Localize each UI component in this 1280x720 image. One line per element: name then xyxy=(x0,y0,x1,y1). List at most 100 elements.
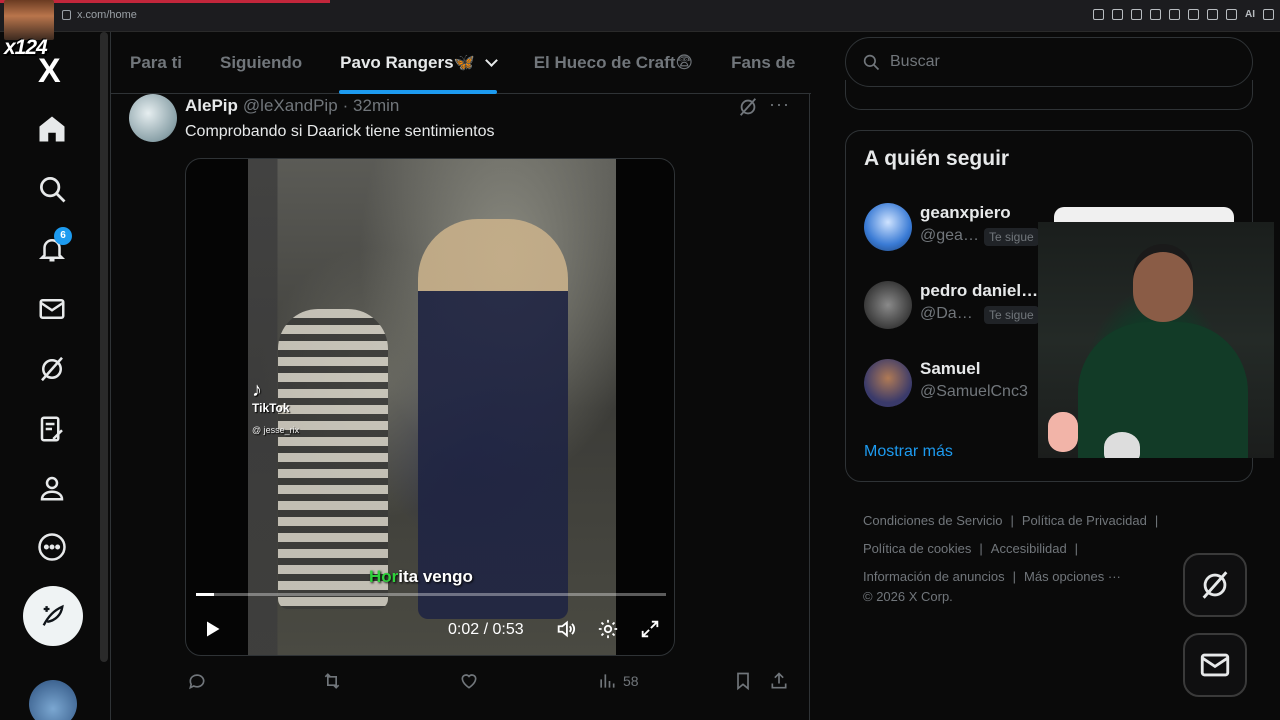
suggestion-name[interactable]: pedro daniel… xyxy=(920,281,1038,301)
who-to-follow-title: A quién seguir xyxy=(864,147,1010,170)
footer-separator: | xyxy=(1154,513,1159,528)
suggestion-avatar[interactable] xyxy=(864,359,912,407)
suggestion-avatar[interactable] xyxy=(864,203,912,251)
tab-label: Pavo Rangers🦋 xyxy=(340,53,475,72)
left-sidebar: X 6 xyxy=(0,32,108,720)
play-icon[interactable] xyxy=(202,619,222,639)
browser-extensions: AI xyxy=(1093,9,1274,20)
footer-link[interactable]: Condiciones de Servicio xyxy=(863,507,1002,535)
views-icon xyxy=(600,674,615,688)
suggestion-handle: @gea… xyxy=(920,227,979,244)
video-person-right xyxy=(418,219,568,619)
copyright: © 2026 X Corp. xyxy=(863,589,953,604)
tweet[interactable]: AlePip @leXandPip · 32min ··· Comproband… xyxy=(111,94,811,720)
tweet-video[interactable]: ♪ TikTok @ jesse_rix Horita vengo 0:02 /… xyxy=(185,158,675,656)
settings-icon[interactable] xyxy=(597,618,619,640)
zoom-icon[interactable] xyxy=(1093,9,1104,20)
tiktok-watermark: ♪ TikTok xyxy=(252,379,290,415)
profile-icon[interactable] xyxy=(37,473,67,503)
ai-button[interactable]: AI xyxy=(1245,9,1255,20)
footer-separator: | xyxy=(1074,541,1079,556)
webcam-person-body xyxy=(1078,322,1248,458)
fullscreen-icon[interactable] xyxy=(639,618,661,640)
suggestion-handle: @SamuelCnc3 xyxy=(920,383,1028,400)
pin-icon[interactable] xyxy=(1112,9,1123,20)
follows-you-badge: Te sigue xyxy=(984,228,1039,246)
tiktok-label: TikTok xyxy=(252,401,290,415)
streamer-tag: x124 xyxy=(4,36,48,59)
previous-card xyxy=(845,80,1253,110)
grok-icon xyxy=(1202,571,1228,599)
tweet-text: Comprobando si Daarick tiene sentimiento… xyxy=(185,123,495,140)
timeline: Para ti Siguiendo Pavo Rangers🦋 El Hueco… xyxy=(110,32,811,720)
tab-siguiendo[interactable]: Siguiendo xyxy=(201,32,321,94)
video-time: 0:02 / 0:53 xyxy=(448,621,524,638)
show-more-link[interactable]: Mostrar más xyxy=(864,443,953,461)
footer-separator: | xyxy=(979,541,983,556)
follows-you-badge: Te sigue xyxy=(984,306,1039,324)
download-icon[interactable] xyxy=(1226,9,1237,20)
share-icon[interactable] xyxy=(769,669,789,693)
footer-separator: | xyxy=(1012,569,1017,584)
video-progress-bar[interactable] xyxy=(196,593,666,596)
lists-icon[interactable] xyxy=(37,414,67,444)
home-icon[interactable] xyxy=(37,114,67,144)
suggestion-name[interactable]: geanxpiero xyxy=(920,203,1011,223)
video-progress-fill xyxy=(196,593,214,596)
tab-el-hueco-de-craft[interactable]: El Hueco de Craft😨 xyxy=(515,32,712,94)
messages-icon[interactable] xyxy=(37,294,67,324)
notification-badge: 6 xyxy=(54,227,72,245)
tab-para-ti[interactable]: Para ti xyxy=(111,32,201,94)
more-icon[interactable] xyxy=(37,532,67,562)
post-button[interactable] xyxy=(23,586,83,646)
footer-link[interactable]: Política de cookies xyxy=(863,535,971,563)
tweet-author-avatar[interactable] xyxy=(129,94,177,142)
suggestion-name[interactable]: Samuel xyxy=(920,359,980,379)
alert-icon[interactable] xyxy=(1207,9,1218,20)
footer-link[interactable]: Política de Privacidad xyxy=(1022,507,1147,535)
sidebar-scrollbar[interactable] xyxy=(100,32,108,662)
suggestion-avatar[interactable] xyxy=(864,281,912,329)
views-button[interactable]: 58 xyxy=(597,669,639,693)
timeline-tabs: Para ti Siguiendo Pavo Rangers🦋 El Hueco… xyxy=(111,32,811,94)
suggestion-handle: @Da… xyxy=(920,305,973,322)
volume-icon[interactable] xyxy=(555,618,577,640)
video-person-left xyxy=(278,309,388,609)
heart-icon[interactable] xyxy=(1188,9,1199,20)
video-subtitle: Horita vengo xyxy=(369,567,473,587)
block-icon[interactable] xyxy=(1150,9,1161,20)
menu-icon[interactable] xyxy=(1263,9,1274,20)
subtitle-highlight: Hor xyxy=(369,567,399,586)
bookmark-icon[interactable] xyxy=(733,669,753,693)
like-icon[interactable] xyxy=(459,669,479,693)
feather-icon xyxy=(42,604,64,626)
footer-link[interactable]: Accesibilidad xyxy=(991,535,1067,563)
webcam-sticker xyxy=(1048,412,1078,452)
tweet-actions: 58 xyxy=(185,669,795,699)
shield-icon[interactable] xyxy=(1131,9,1142,20)
tweet-author-handle[interactable]: @leXandPip xyxy=(243,96,338,116)
footer-link[interactable]: Información de anuncios xyxy=(863,563,1005,591)
address-bar[interactable]: x.com/home xyxy=(62,9,137,21)
tab-fans-de[interactable]: Fans de xyxy=(712,32,814,94)
lock-icon xyxy=(62,10,71,20)
url-text: x.com/home xyxy=(77,9,137,21)
repost-icon[interactable] xyxy=(322,669,342,693)
views-count: 58 xyxy=(623,673,639,689)
footer-more-link[interactable]: Más opciones ··· xyxy=(1024,563,1121,591)
more-options-icon[interactable]: ··· xyxy=(769,94,790,115)
grok-icon[interactable] xyxy=(737,96,759,118)
subtitle-rest: ita vengo xyxy=(398,567,473,586)
search-input[interactable] xyxy=(890,53,1230,71)
explore-icon[interactable] xyxy=(37,174,67,204)
grok-floating-button[interactable] xyxy=(1183,553,1247,617)
reply-icon[interactable] xyxy=(187,669,207,693)
chevron-down-icon[interactable] xyxy=(484,54,498,67)
tab-pavo-rangers[interactable]: Pavo Rangers🦋 xyxy=(321,32,515,94)
play-icon[interactable] xyxy=(1169,9,1180,20)
tweet-time[interactable]: · 32min xyxy=(343,96,400,116)
account-avatar[interactable] xyxy=(29,680,77,720)
messages-floating-button[interactable] xyxy=(1183,633,1247,697)
grok-icon[interactable] xyxy=(37,354,67,384)
tweet-author-name[interactable]: AlePip xyxy=(185,96,238,116)
